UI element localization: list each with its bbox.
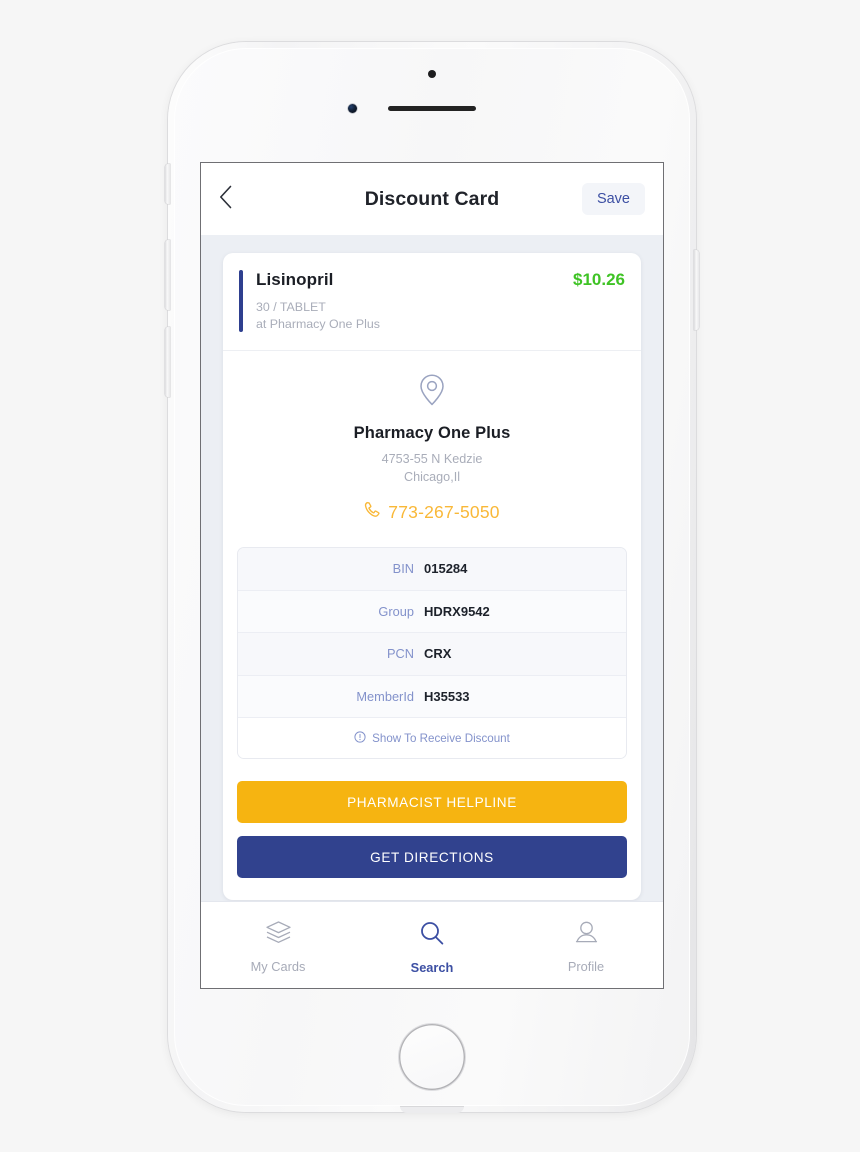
- id-label: PCN: [386, 646, 414, 662]
- tab-my-cards[interactable]: My Cards: [201, 916, 355, 974]
- volume-down-button[interactable]: [165, 327, 170, 397]
- id-value: H35533: [424, 688, 470, 704]
- table-row: MemberId H35533: [238, 675, 626, 719]
- search-icon: [419, 920, 445, 951]
- id-label: Group: [378, 603, 414, 619]
- show-to-receive-discount-row[interactable]: Show To Receive Discount: [238, 718, 626, 759]
- tab-profile[interactable]: Profile: [509, 916, 663, 974]
- get-directions-button[interactable]: GET DIRECTIONS: [237, 836, 627, 879]
- info-circle-icon: [354, 731, 366, 746]
- silent-switch-button[interactable]: [165, 164, 170, 204]
- action-buttons: PHARMACIST HELPLINE GET DIRECTIONS: [223, 759, 641, 900]
- power-button[interactable]: [694, 250, 699, 330]
- pharmacy-address-line1: 4753-55 N Kedzie: [381, 452, 483, 467]
- device-bottom-notch: [400, 1106, 464, 1113]
- pharmacist-helpline-button[interactable]: PHARMACIST HELPLINE: [237, 781, 627, 824]
- screen-content: Lisinopril $10.26 30 / TABLET at Pharmac…: [201, 235, 663, 901]
- proximity-sensor-icon: [348, 104, 357, 113]
- navigation-bar: Discount Card Save: [201, 163, 663, 235]
- id-value: CRX: [424, 646, 452, 662]
- table-row: Group HDRX9542: [238, 590, 626, 634]
- drug-summary: Lisinopril $10.26 30 / TABLET at Pharmac…: [223, 253, 641, 352]
- id-value: HDRX9542: [424, 603, 490, 619]
- drug-name: Lisinopril: [256, 270, 334, 289]
- pharmacy-block: Pharmacy One Plus 4753-55 N Kedzie Chica…: [223, 351, 641, 527]
- phone-screen: Discount Card Save Lisinopril $10.26 30 …: [200, 162, 664, 989]
- volume-up-button[interactable]: [165, 240, 170, 310]
- tab-label: My Cards: [250, 959, 306, 974]
- location-pin-icon: [239, 373, 625, 412]
- id-label: BIN: [392, 561, 414, 577]
- tab-label: Search: [410, 959, 454, 975]
- drug-price: $10.26: [573, 270, 625, 289]
- id-value: 015284: [424, 561, 468, 577]
- tab-label: Profile: [567, 959, 605, 974]
- pharmacy-address-line2: Chicago,Il: [403, 469, 460, 484]
- drug-at-pharmacy: at Pharmacy One Plus: [256, 316, 380, 331]
- card-id-table: BIN 015284 Group HDRX9542 PCN CRX Member…: [237, 547, 627, 760]
- bottom-tab-bar: My Cards Search Profile: [201, 901, 663, 988]
- accent-bar: [239, 270, 243, 333]
- chevron-left-icon: [219, 185, 232, 214]
- discount-card: Lisinopril $10.26 30 / TABLET at Pharmac…: [223, 253, 641, 901]
- save-button[interactable]: Save: [581, 183, 645, 215]
- person-icon: [573, 920, 600, 950]
- table-row: PCN CRX: [238, 633, 626, 676]
- front-camera-icon: [428, 70, 436, 78]
- table-row: BIN 015284: [238, 548, 626, 591]
- screenshot-stage: Discount Card Save Lisinopril $10.26 30 …: [0, 0, 860, 1152]
- tab-search[interactable]: Search: [355, 916, 509, 975]
- show-to-receive-discount-label: Show To Receive Discount: [372, 731, 510, 745]
- pharmacy-phone-number: 773-267-5050: [388, 501, 500, 522]
- earpiece-speaker: [388, 106, 476, 111]
- pharmacy-phone-link[interactable]: 773-267-5050: [239, 501, 625, 523]
- back-button[interactable]: [219, 179, 253, 219]
- layers-icon: [265, 920, 292, 950]
- home-button[interactable]: [399, 1024, 465, 1090]
- pharmacy-name: Pharmacy One Plus: [353, 424, 511, 443]
- phone-icon: [364, 501, 381, 523]
- id-label: MemberId: [356, 688, 414, 704]
- drug-quantity-form: 30 / TABLET: [256, 300, 326, 314]
